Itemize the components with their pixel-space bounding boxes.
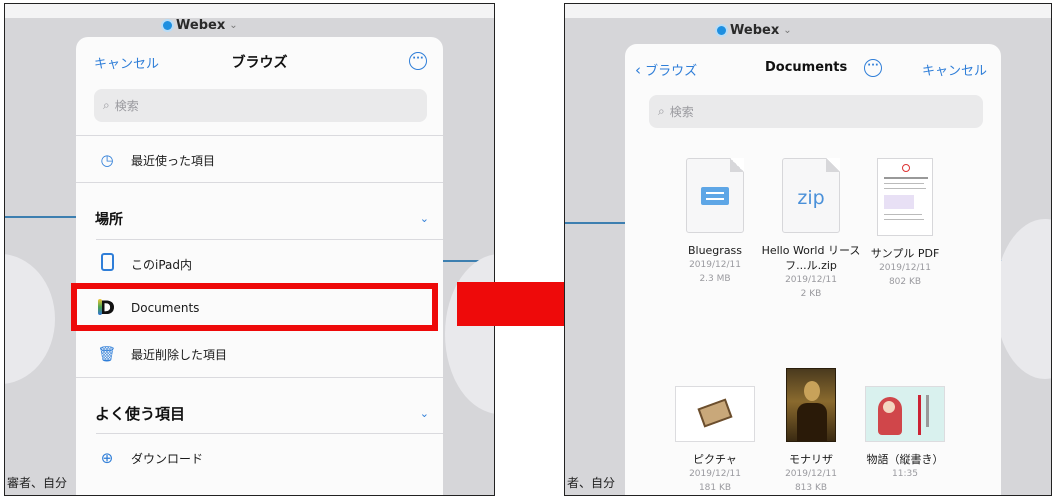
background-top (565, 4, 1051, 18)
favorite-label: ダウンロード (131, 451, 204, 466)
file-date: 2019/12/11 (689, 260, 741, 270)
favorites-header: よく使う項目 (95, 405, 186, 423)
file-name: Hello World リースフ...ル.zip (761, 244, 861, 272)
chevron-left-icon: ‹ (635, 61, 641, 79)
file-name: ピクチャ (693, 453, 737, 466)
file-size: 181 KB (698, 483, 732, 493)
divider (76, 135, 443, 136)
more-options-icon[interactable]: ··· (409, 52, 427, 70)
file-size: 2 KB (800, 289, 822, 299)
file-size: 2.3 MB (699, 274, 731, 284)
divider (76, 182, 443, 183)
file-item-mona-lisa[interactable]: モナリザ 2019/12/11 813 KB (757, 364, 865, 495)
location-item-ipad[interactable]: このiPad内 (76, 249, 443, 279)
search-placeholder: 検索 (114, 99, 139, 113)
highlight-box (71, 283, 438, 331)
search-placeholder: 検索 (669, 105, 694, 119)
file-name: サンプル PDF (870, 247, 940, 260)
recents-label: 最近使った項目 (131, 153, 216, 168)
file-date: 11:35 (892, 469, 918, 479)
file-date: 2019/12/11 (785, 275, 837, 285)
nav-bar: キャンセル ブラウズ ··· (76, 37, 443, 79)
background-text: 審者、自分 (7, 476, 68, 490)
chevron-down-icon: ⌄ (229, 20, 238, 31)
search-input[interactable]: ⌕ 検索 (649, 95, 983, 128)
divider (96, 433, 443, 434)
app-switcher-label: Webex (730, 23, 780, 38)
file-item-picture[interactable]: ピクチャ 2019/12/11 181 KB (661, 364, 769, 495)
left-screenshot: 審者、自分 Webex ⌄ キャンセル ブラウズ ··· ⌕ 検索 ◷ 最近使っ… (4, 3, 495, 496)
picture-file-icon (675, 386, 755, 442)
file-date: 2019/12/11 (689, 469, 741, 479)
background-text: 者、自分 (567, 476, 616, 490)
trash-icon: 🗑 (97, 345, 117, 363)
favorite-item-downloads[interactable]: ⊕ ダウンロード (76, 443, 443, 473)
back-label: ブラウズ (645, 64, 698, 79)
documents-sheet: ‹ ブラウズ Documents ··· キャンセル ⌕ 検索 Bluegras… (625, 44, 1001, 495)
story-document-icon (865, 386, 945, 442)
location-label: このiPad内 (131, 257, 193, 272)
chevron-down-icon[interactable]: ⌄ (420, 407, 429, 420)
file-name: Bluegrass (687, 244, 743, 257)
background-shape (995, 219, 1051, 379)
pdf-file-icon (877, 158, 933, 236)
clock-icon: ◷ (100, 151, 114, 169)
cancel-button[interactable]: キャンセル (922, 60, 987, 79)
page-title: ブラウズ (231, 55, 288, 71)
divider (76, 377, 443, 378)
file-item-sample-pdf[interactable]: サンプル PDF 2019/12/11 802 KB (851, 158, 959, 289)
file-size: 813 KB (794, 483, 828, 493)
back-button[interactable]: ‹ ブラウズ (635, 60, 697, 79)
background-shape (5, 254, 55, 384)
file-item-story[interactable]: 物語（縦書き） 11:35 (851, 364, 959, 481)
file-date: 2019/12/11 (879, 263, 931, 273)
location-label: 最近削除した項目 (131, 347, 228, 362)
file-item-zip[interactable]: zip Hello World リースフ...ル.zip 2019/12/11 … (757, 158, 865, 301)
file-date: 2019/12/11 (785, 469, 837, 479)
chevron-down-icon: ⌄ (783, 25, 792, 36)
webex-icon (163, 21, 172, 30)
locations-header: 場所 (95, 212, 123, 228)
file-name: モナリザ (789, 453, 833, 466)
background-top (5, 4, 494, 18)
file-size: 802 KB (888, 277, 922, 287)
search-input[interactable]: ⌕ 検索 (94, 89, 427, 122)
divider (96, 239, 443, 240)
right-screenshot: 者、自分 Webex ⌄ ‹ ブラウズ Documents ··· キャンセル … (564, 3, 1052, 496)
file-name: 物語（縦書き） (866, 453, 944, 466)
background-line (5, 216, 77, 218)
app-switcher[interactable]: Webex ⌄ (163, 18, 238, 33)
location-item-recently-deleted[interactable]: 🗑 最近削除した項目 (76, 339, 443, 369)
audio-file-icon (686, 158, 744, 233)
app-switcher[interactable]: Webex ⌄ (717, 23, 792, 38)
app-switcher-label: Webex (176, 18, 226, 33)
page-title: Documents (765, 60, 848, 75)
ipad-icon (96, 253, 118, 275)
download-icon: ⊕ (100, 449, 114, 467)
nav-bar: ‹ ブラウズ Documents ··· キャンセル (625, 44, 1001, 88)
webex-icon (717, 26, 726, 35)
file-item-bluegrass[interactable]: Bluegrass 2019/12/11 2.3 MB (661, 158, 769, 286)
chevron-down-icon[interactable]: ⌄ (420, 212, 429, 225)
recents-item[interactable]: ◷ 最近使った項目 (76, 145, 443, 175)
background-line (565, 222, 626, 224)
browse-sheet: キャンセル ブラウズ ··· ⌕ 検索 ◷ 最近使った項目 場所 ⌄ このiPa… (76, 37, 443, 495)
zip-file-icon: zip (782, 158, 840, 233)
more-options-icon[interactable]: ··· (864, 59, 882, 77)
search-icon: ⌕ (658, 104, 665, 118)
mona-lisa-image (786, 368, 836, 442)
search-icon: ⌕ (103, 98, 110, 112)
